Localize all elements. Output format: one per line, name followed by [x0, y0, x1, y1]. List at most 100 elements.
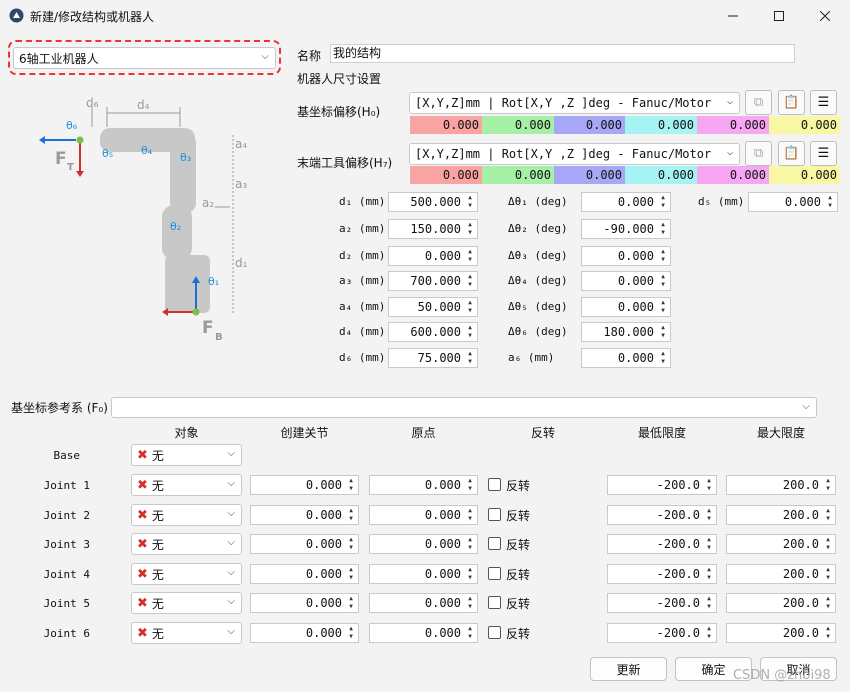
spin-arrows-icon[interactable]: ▲ ▼ — [703, 477, 715, 493]
param-field[interactable]: 0.000 ▲ ▼ — [581, 246, 671, 266]
spin-arrows-icon[interactable]: ▲ ▼ — [464, 536, 476, 552]
paste-button[interactable]: 📋 — [778, 141, 805, 166]
param-field[interactable]: 0.000 ▲ ▼ — [748, 192, 838, 212]
joint-origin-field[interactable]: 0.000 ▲ ▼ — [369, 475, 478, 495]
spin-arrows-icon[interactable]: ▲ ▼ — [703, 507, 715, 523]
joint-max-field[interactable]: 200.0 ▲ ▼ — [726, 475, 836, 495]
invert-checkbox[interactable] — [488, 478, 501, 491]
joint-max-field[interactable]: 200.0 ▲ ▼ — [726, 593, 836, 613]
joint-create-field[interactable]: 0.000 ▲ ▼ — [250, 505, 359, 525]
spin-arrows-icon[interactable]: ▲ ▼ — [657, 273, 669, 289]
joint-object-select[interactable]: ✖ 无 ⌵ — [131, 563, 242, 585]
spin-arrows-icon[interactable]: ▲ ▼ — [464, 221, 476, 237]
spin-arrows-icon[interactable]: ▲ ▼ — [464, 350, 476, 366]
joint-object-select[interactable]: ✖ 无 ⌵ — [131, 474, 242, 496]
joint-create-field[interactable]: 0.000 ▲ ▼ — [250, 593, 359, 613]
spin-arrows-icon[interactable]: ▲ ▼ — [464, 194, 476, 210]
copy-button[interactable]: ⧉ — [745, 141, 772, 166]
joint-min-field[interactable]: -200.0 ▲ ▼ — [607, 623, 717, 643]
param-field[interactable]: -90.000 ▲ ▼ — [581, 219, 671, 239]
spin-arrows-icon[interactable]: ▲ ▼ — [657, 324, 669, 340]
invert-checkbox[interactable] — [488, 626, 501, 639]
param-field[interactable]: 150.000 ▲ ▼ — [388, 219, 478, 239]
base-object-select[interactable]: ✖ 无 ⌵ — [131, 444, 242, 466]
spin-arrows-icon[interactable]: ▲ ▼ — [345, 507, 357, 523]
spin-arrows-icon[interactable]: ▲ ▼ — [464, 595, 476, 611]
invert-checkbox[interactable] — [488, 567, 501, 580]
tool-rx-value[interactable]: 0.000 — [625, 166, 697, 184]
ref-frame-select[interactable]: ⌵ — [111, 397, 817, 418]
tool-y-value[interactable]: 0.000 — [482, 166, 554, 184]
param-field[interactable]: 500.000 ▲ ▼ — [388, 192, 478, 212]
maximize-button[interactable] — [756, 0, 802, 32]
spin-arrows-icon[interactable]: ▲ ▼ — [464, 324, 476, 340]
tool-rz-value[interactable]: 0.000 — [769, 166, 840, 184]
joint-object-select[interactable]: ✖ 无 ⌵ — [131, 592, 242, 614]
joint-max-field[interactable]: 200.0 ▲ ▼ — [726, 564, 836, 584]
spin-arrows-icon[interactable]: ▲ ▼ — [345, 566, 357, 582]
joint-max-field[interactable]: 200.0 ▲ ▼ — [726, 623, 836, 643]
spin-arrows-icon[interactable]: ▲ ▼ — [657, 248, 669, 264]
minimize-button[interactable] — [710, 0, 756, 32]
base-rz-value[interactable]: 0.000 — [769, 116, 840, 134]
spin-arrows-icon[interactable]: ▲ ▼ — [464, 566, 476, 582]
param-field[interactable]: 180.000 ▲ ▼ — [581, 322, 671, 342]
invert-checkbox[interactable] — [488, 596, 501, 609]
invert-checkbox[interactable] — [488, 508, 501, 521]
joint-object-select[interactable]: ✖ 无 ⌵ — [131, 504, 242, 526]
joint-object-select[interactable]: ✖ 无 ⌵ — [131, 533, 242, 555]
update-button[interactable]: 更新 — [590, 657, 667, 681]
joint-create-field[interactable]: 0.000 ▲ ▼ — [250, 475, 359, 495]
spin-arrows-icon[interactable]: ▲ ▼ — [464, 299, 476, 315]
spin-arrows-icon[interactable]: ▲ ▼ — [822, 595, 834, 611]
robot-type-select[interactable]: 6轴工业机器人 ⌵ — [13, 47, 276, 69]
param-field[interactable]: 0.000 ▲ ▼ — [581, 348, 671, 368]
close-button[interactable] — [802, 0, 848, 32]
spin-arrows-icon[interactable]: ▲ ▼ — [657, 299, 669, 315]
joint-create-field[interactable]: 0.000 ▲ ▼ — [250, 534, 359, 554]
param-field[interactable]: 75.000 ▲ ▼ — [388, 348, 478, 368]
base-offset-format-select[interactable]: [X,Y,Z]mm | Rot[X,Y ,Z ]deg - Fanuc/Moto… — [409, 92, 740, 114]
joint-object-select[interactable]: ✖ 无 ⌵ — [131, 622, 242, 644]
joint-origin-field[interactable]: 0.000 ▲ ▼ — [369, 564, 478, 584]
copy-button[interactable]: ⧉ — [745, 90, 772, 115]
tool-offset-format-select[interactable]: [X,Y,Z]mm | Rot[X,Y ,Z ]deg - Fanuc/Moto… — [409, 143, 740, 165]
spin-arrows-icon[interactable]: ▲ ▼ — [657, 194, 669, 210]
spin-arrows-icon[interactable]: ▲ ▼ — [345, 625, 357, 641]
joint-create-field[interactable]: 0.000 ▲ ▼ — [250, 623, 359, 643]
base-z-value[interactable]: 0.000 — [554, 116, 625, 134]
tool-z-value[interactable]: 0.000 — [554, 166, 625, 184]
invert-checkbox[interactable] — [488, 537, 501, 550]
param-field[interactable]: 0.000 ▲ ▼ — [581, 192, 671, 212]
joint-min-field[interactable]: -200.0 ▲ ▼ — [607, 475, 717, 495]
spin-arrows-icon[interactable]: ▲ ▼ — [464, 507, 476, 523]
param-field[interactable]: 600.000 ▲ ▼ — [388, 322, 478, 342]
spin-arrows-icon[interactable]: ▲ ▼ — [464, 273, 476, 289]
joint-origin-field[interactable]: 0.000 ▲ ▼ — [369, 534, 478, 554]
base-rx-value[interactable]: 0.000 — [625, 116, 697, 134]
name-input[interactable]: 我的结构 — [330, 44, 795, 63]
param-field[interactable]: 0.000 ▲ ▼ — [581, 297, 671, 317]
paste-button[interactable]: 📋 — [778, 90, 805, 115]
joint-min-field[interactable]: -200.0 ▲ ▼ — [607, 593, 717, 613]
param-field[interactable]: 0.000 ▲ ▼ — [581, 271, 671, 291]
joint-create-field[interactable]: 0.000 ▲ ▼ — [250, 564, 359, 584]
spin-arrows-icon[interactable]: ▲ ▼ — [657, 350, 669, 366]
tool-ry-value[interactable]: 0.000 — [697, 166, 769, 184]
spin-arrows-icon[interactable]: ▲ ▼ — [703, 566, 715, 582]
spin-arrows-icon[interactable]: ▲ ▼ — [703, 536, 715, 552]
spin-arrows-icon[interactable]: ▲ ▼ — [345, 536, 357, 552]
spin-arrows-icon[interactable]: ▲ ▼ — [464, 248, 476, 264]
spin-arrows-icon[interactable]: ▲ ▼ — [822, 566, 834, 582]
joint-origin-field[interactable]: 0.000 ▲ ▼ — [369, 593, 478, 613]
spin-arrows-icon[interactable]: ▲ ▼ — [822, 507, 834, 523]
param-field[interactable]: 700.000 ▲ ▼ — [388, 271, 478, 291]
param-field[interactable]: 50.000 ▲ ▼ — [388, 297, 478, 317]
spin-arrows-icon[interactable]: ▲ ▼ — [657, 221, 669, 237]
base-ry-value[interactable]: 0.000 — [697, 116, 769, 134]
joint-max-field[interactable]: 200.0 ▲ ▼ — [726, 505, 836, 525]
spin-arrows-icon[interactable]: ▲ ▼ — [703, 595, 715, 611]
param-field[interactable]: 0.000 ▲ ▼ — [388, 246, 478, 266]
joint-min-field[interactable]: -200.0 ▲ ▼ — [607, 564, 717, 584]
spin-arrows-icon[interactable]: ▲ ▼ — [464, 625, 476, 641]
